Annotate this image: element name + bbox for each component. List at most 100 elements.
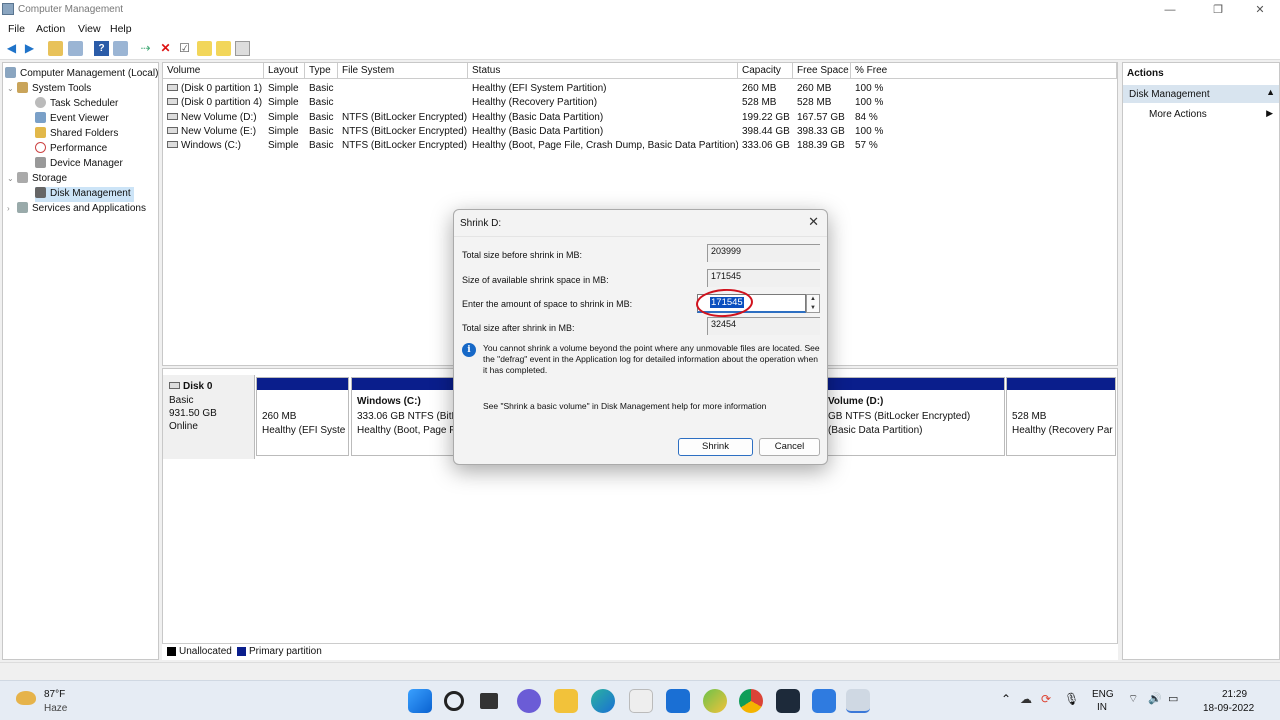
store-icon[interactable] <box>629 689 653 713</box>
task-view-icon[interactable] <box>480 693 498 709</box>
chevron-down-icon[interactable]: ⌄ <box>7 174 17 183</box>
maximize-button[interactable]: ❐ <box>1208 2 1228 18</box>
connect-icon[interactable]: ⇢ <box>138 41 153 56</box>
shrink-button[interactable]: Shrink <box>678 438 753 456</box>
chat-icon[interactable] <box>517 689 541 713</box>
partition-windows-c[interactable]: Windows (C:) 333.06 GB NTFS (BitL Health… <box>351 377 459 456</box>
column-header-status[interactable]: Status <box>468 63 738 79</box>
menu-view[interactable]: View <box>78 23 101 35</box>
forward-icon[interactable]: ▶ <box>22 41 37 56</box>
table-cell: NTFS (BitLocker Encrypted) <box>342 111 468 125</box>
chevron-up-icon[interactable]: ⌃ <box>1001 692 1011 706</box>
partition-recovery[interactable]: 528 MB Healthy (Recovery Par <box>1006 377 1116 456</box>
delete-icon[interactable]: ✕ <box>158 41 173 56</box>
cancel-button[interactable]: Cancel <box>759 438 820 456</box>
weather-icon[interactable] <box>16 691 36 705</box>
weather-temp[interactable]: 87°F <box>44 689 65 700</box>
cell-text: New Volume (D:) <box>181 111 257 123</box>
file-explorer-icon[interactable] <box>554 689 578 713</box>
language-code[interactable]: ENG <box>1092 689 1114 700</box>
cloud-icon[interactable]: ☁ <box>1020 692 1032 706</box>
column-header-free-space[interactable]: Free Space <box>793 63 851 79</box>
open-icon[interactable] <box>197 41 212 56</box>
table-cell: 167.57 GB <box>797 111 851 125</box>
tree-item-disk-management[interactable]: Disk Management <box>35 187 134 202</box>
minimize-button[interactable]: — <box>1160 2 1180 18</box>
tree-item-system-tools[interactable]: ⌄ System Tools <box>7 82 91 97</box>
clock-time[interactable]: 21:29 <box>1222 689 1247 700</box>
partition-efi[interactable]: 260 MB Healthy (EFI Syster <box>256 377 349 456</box>
dialog-divider <box>454 236 827 237</box>
column-header-type[interactable]: Type <box>305 63 338 79</box>
table-cell: 199.22 GB <box>742 111 793 125</box>
table-cell: Healthy (Recovery Partition) <box>472 96 738 110</box>
chevron-right-icon[interactable]: › <box>7 204 17 213</box>
checklist-icon[interactable]: ☑ <box>177 41 192 56</box>
volume-icon <box>167 126 178 134</box>
label-shrink-amount: Enter the amount of space to shrink in M… <box>462 299 633 309</box>
search-icon[interactable] <box>444 691 464 711</box>
weather-condition[interactable]: Haze <box>44 703 67 714</box>
terminal-icon[interactable] <box>776 689 800 713</box>
search-folder-icon[interactable] <box>216 41 231 56</box>
battery-icon[interactable]: ▭ <box>1168 692 1178 705</box>
partition-volume-d[interactable]: Volume (D:) GB NTFS (BitLocker Encrypted… <box>799 377 1005 456</box>
app-icon[interactable] <box>666 689 690 713</box>
label-total-after: Total size after shrink in MB: <box>462 323 575 333</box>
shrink-amount-stepper[interactable]: ▲ ▼ <box>806 294 820 313</box>
tree-item-performance[interactable]: Performance <box>35 142 107 157</box>
column-header-volume[interactable]: Volume <box>163 63 264 79</box>
remote-desktop-icon[interactable] <box>812 689 836 713</box>
edge-icon[interactable] <box>591 689 615 713</box>
window-icon[interactable] <box>235 41 250 56</box>
menu-action[interactable]: Action <box>36 23 65 35</box>
help-icon[interactable]: ? <box>94 41 109 56</box>
chevron-down-icon[interactable]: ⌄ <box>7 84 17 93</box>
wifi-icon[interactable]: ⌔ <box>1128 692 1138 706</box>
cell-text: Windows (C:) <box>181 140 242 152</box>
clock-date[interactable]: 18-09-2022 <box>1203 703 1254 714</box>
start-icon[interactable] <box>408 689 432 713</box>
close-button[interactable]: ✕ <box>1250 2 1270 18</box>
cell-text: Healthy (Basic Data Partition) <box>472 125 604 137</box>
microphone-icon[interactable]: 🎙 <box>1064 692 1079 706</box>
disk-type: Basic <box>169 395 194 406</box>
tree-item-device-manager[interactable]: Device Manager <box>35 157 123 172</box>
cell-text: (Disk 0 partition 1) <box>181 83 263 94</box>
back-icon[interactable]: ◀ <box>4 41 19 56</box>
shrink-dialog: Shrink D: ✕ Total size before shrink in … <box>453 209 828 465</box>
disk-0-info[interactable]: Disk 0 Basic 931.50 GB Online <box>163 375 255 459</box>
show-hide-tree-icon[interactable] <box>68 41 83 56</box>
sync-icon[interactable]: ⟳ <box>1041 692 1051 706</box>
tree-item-storage[interactable]: ⌄ Storage <box>7 172 67 187</box>
actions-section-disk-management[interactable]: Disk Management ▲ <box>1123 85 1279 103</box>
up-folder-icon[interactable] <box>48 41 63 56</box>
more-actions[interactable]: More Actions ▶ <box>1123 106 1279 122</box>
photos-icon[interactable] <box>703 689 727 713</box>
tree-item-task-scheduler[interactable]: Task Scheduler <box>35 97 118 112</box>
column-header-capacity[interactable]: Capacity <box>738 63 793 79</box>
tree-item-event-viewer[interactable]: Event Viewer <box>35 112 109 127</box>
menu-help[interactable]: Help <box>110 23 132 35</box>
column-header-layout[interactable]: Layout <box>264 63 305 79</box>
tree-item-shared-folders[interactable]: Shared Folders <box>35 127 118 142</box>
primary-partition-band <box>257 378 348 390</box>
actions-pane: Actions Disk Management ▲ More Actions ▶ <box>1122 62 1280 660</box>
collapse-icon[interactable]: ▲ <box>1266 87 1275 97</box>
chrome-icon[interactable] <box>739 689 763 713</box>
cell-text: 167.57 GB <box>797 111 845 123</box>
menu-file[interactable]: File <box>8 23 25 35</box>
tree-item-services-applications[interactable]: › Services and Applications <box>7 202 146 217</box>
volume-icon[interactable]: 🔊 <box>1148 692 1162 705</box>
dialog-close-button[interactable]: ✕ <box>808 214 819 230</box>
cell-text: Healthy (Basic Data Partition) <box>472 111 604 123</box>
tree-root[interactable]: Computer Management (Local) <box>5 67 158 82</box>
table-cell: 84 % <box>855 111 915 125</box>
column-header-file-system[interactable]: File System <box>338 63 468 79</box>
properties-icon[interactable] <box>113 41 128 56</box>
column-header-percent-free[interactable]: % Free <box>851 63 1117 79</box>
window-title: Computer Management <box>18 4 124 15</box>
language-region[interactable]: IN <box>1097 702 1107 713</box>
cell-text: New Volume (E:) <box>181 125 257 137</box>
computer-management-taskbar-icon[interactable] <box>846 689 870 713</box>
